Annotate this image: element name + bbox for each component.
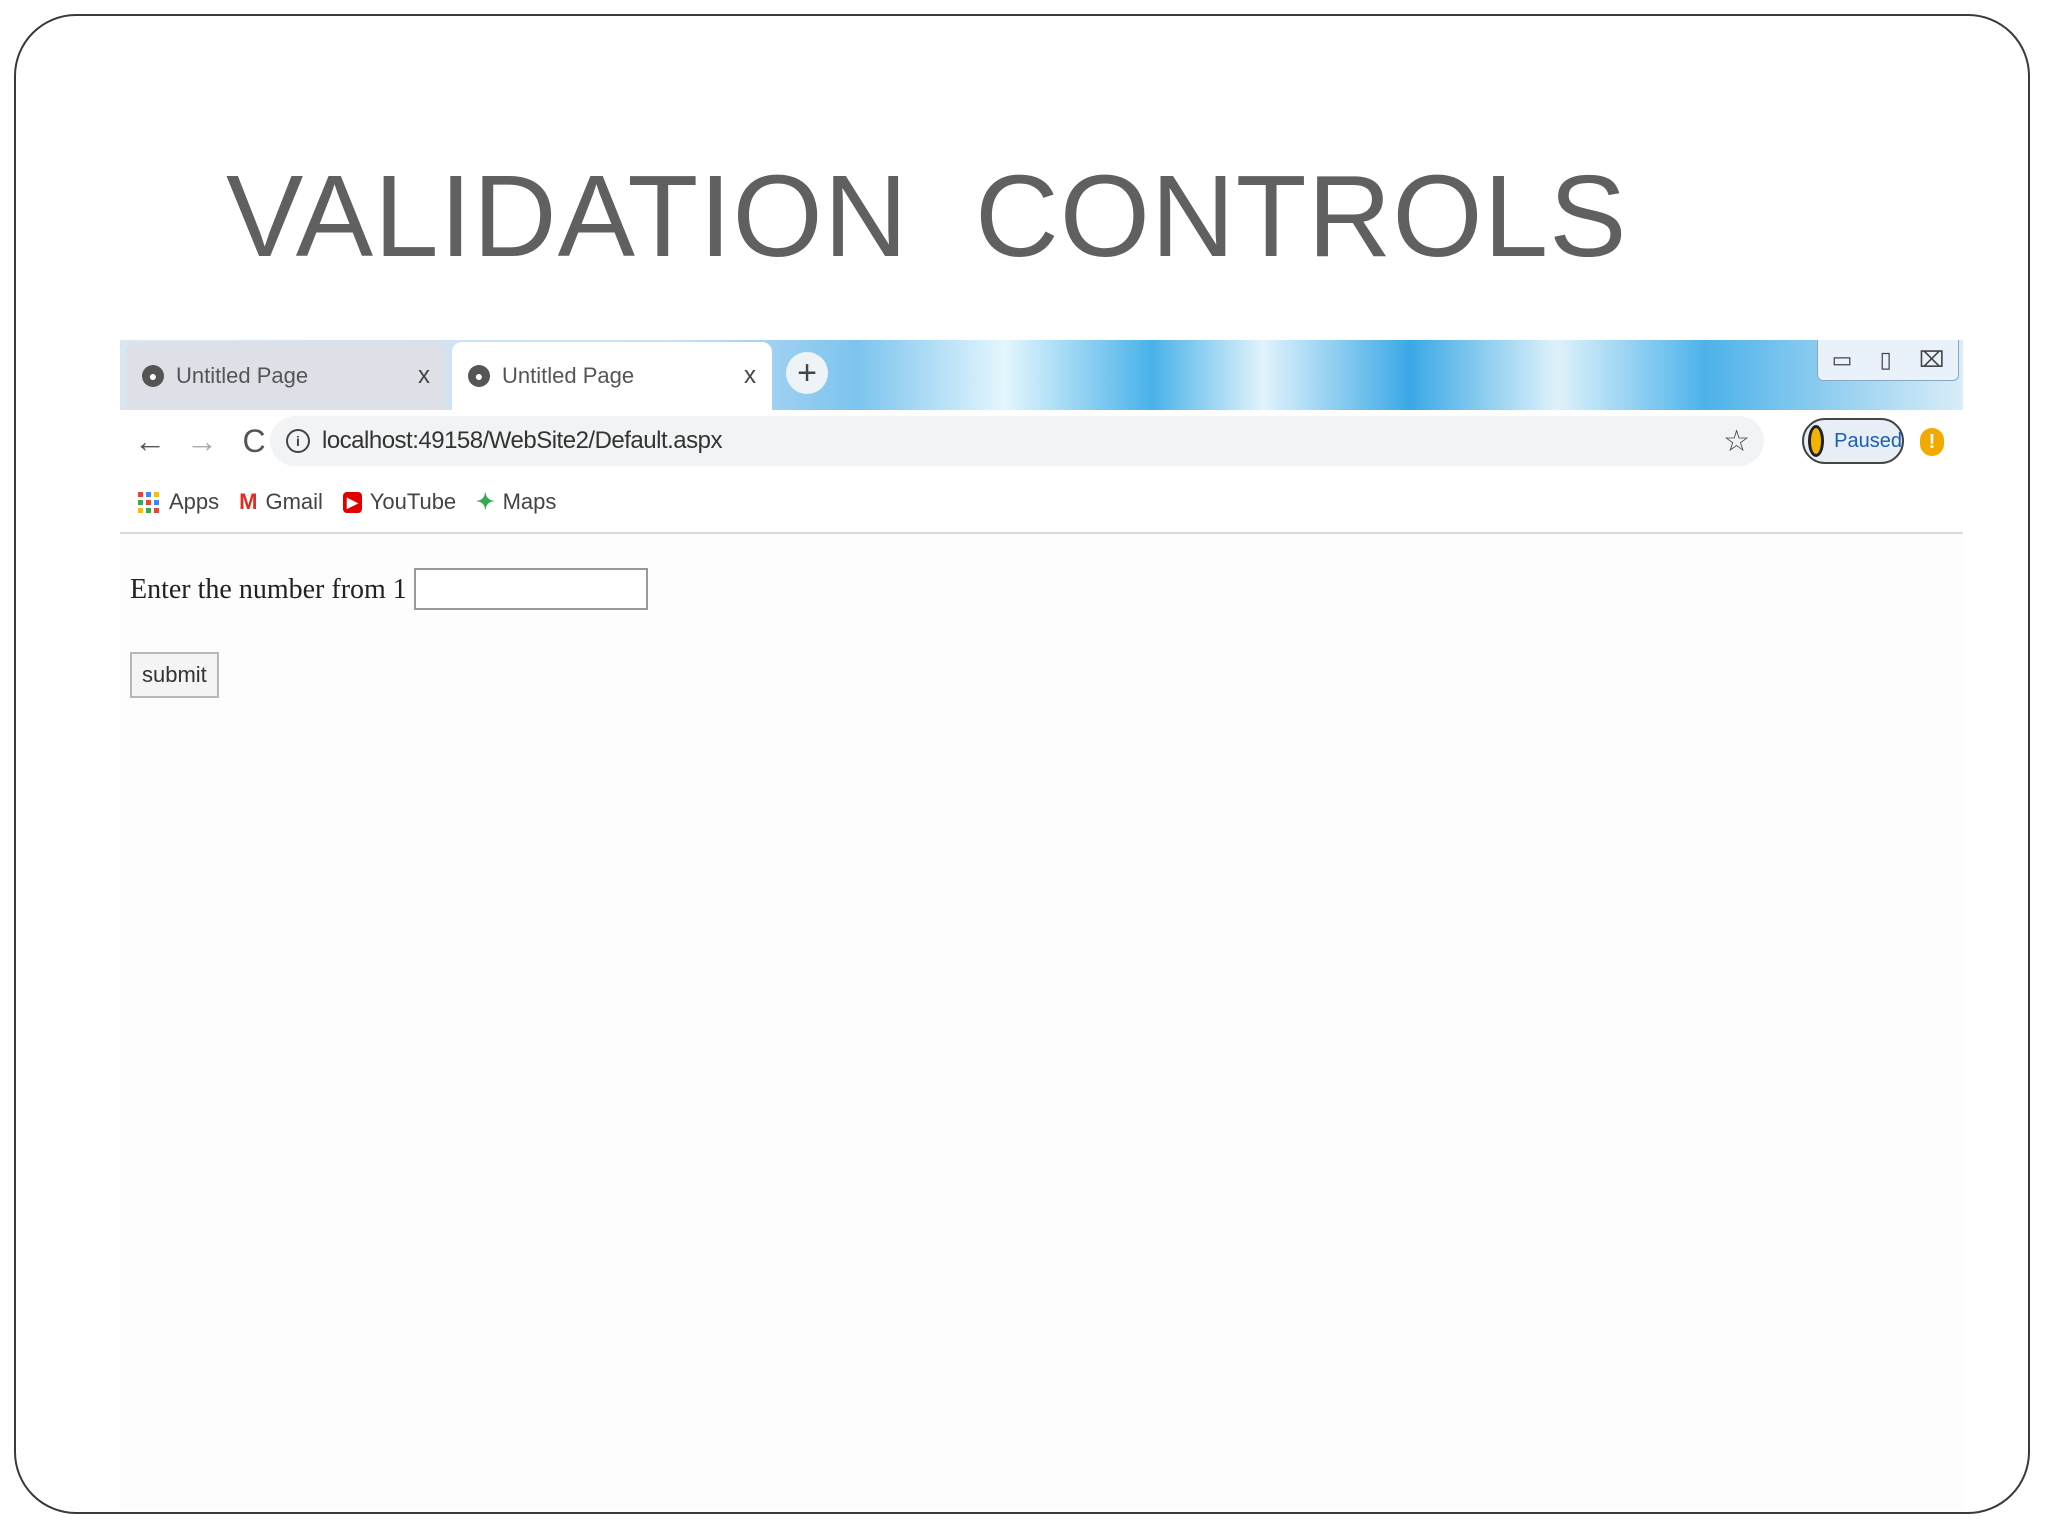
bookmark-label: YouTube xyxy=(369,489,457,514)
maps-icon: ✦ xyxy=(476,489,495,514)
bookmark-youtube[interactable]: ▶ YouTube xyxy=(342,489,457,515)
youtube-icon: ▶ xyxy=(342,491,362,513)
window-close-icon[interactable]: ⌧ xyxy=(1919,347,1944,373)
tab-1[interactable]: ● Untitled Page x xyxy=(126,342,446,410)
bookmark-label: Apps xyxy=(169,489,220,514)
browser-window: ● Untitled Page x ● Untitled Page x + ▭ … xyxy=(120,340,1963,1510)
bookmarks-bar: Apps M Gmail ▶ YouTube ✦ Maps xyxy=(120,472,1963,534)
window-controls: ▭ ▯ ⌧ xyxy=(1817,340,1959,381)
bookmark-label: Gmail xyxy=(265,489,323,514)
url-text[interactable]: localhost:49158/WebSite2/Default.aspx xyxy=(322,427,723,455)
new-tab-button[interactable]: + xyxy=(786,352,828,394)
number-input[interactable] xyxy=(414,568,648,610)
bookmark-label: Maps xyxy=(502,489,557,514)
gmail-icon: M xyxy=(239,489,258,514)
minimize-icon[interactable]: ▭ xyxy=(1832,347,1853,373)
star-icon[interactable]: ☆ xyxy=(1723,424,1750,459)
bookmark-apps[interactable]: Apps xyxy=(138,489,219,515)
bookmark-maps[interactable]: ✦ Maps xyxy=(476,489,556,515)
submit-button[interactable]: submit xyxy=(130,652,219,698)
info-icon[interactable]: i xyxy=(286,429,310,453)
back-icon[interactable]: ← xyxy=(128,423,172,460)
restore-icon[interactable]: ▯ xyxy=(1880,347,1892,373)
globe-icon: ● xyxy=(142,365,164,387)
tab-label: Untitled Page xyxy=(502,363,635,388)
alert-icon[interactable]: ! xyxy=(1920,428,1944,456)
tab-2[interactable]: ● Untitled Page x xyxy=(452,342,772,410)
profile-button[interactable]: Paused xyxy=(1802,418,1904,464)
slide-title: VALIDATION CONTROLS xyxy=(226,151,1628,281)
page-content: Enter the number from 1 to 100: submit xyxy=(120,536,1963,1510)
apps-grid-icon xyxy=(138,491,159,513)
tab-label: Untitled Page xyxy=(176,363,309,388)
profile-label: Paused xyxy=(1834,429,1902,452)
bookmark-gmail[interactable]: M Gmail xyxy=(239,489,323,515)
globe-icon: ● xyxy=(468,365,490,387)
address-bar[interactable]: i localhost:49158/WebSite2/Default.aspx … xyxy=(270,416,1764,466)
close-icon[interactable]: x xyxy=(418,362,430,390)
avatar xyxy=(1808,425,1825,457)
close-icon[interactable]: x xyxy=(744,362,756,390)
tab-strip: ● Untitled Page x ● Untitled Page x + ▭ … xyxy=(120,340,1963,410)
browser-toolbar: ← → C i localhost:49158/WebSite2/Default… xyxy=(120,410,1963,472)
forward-icon[interactable]: → xyxy=(180,423,224,460)
